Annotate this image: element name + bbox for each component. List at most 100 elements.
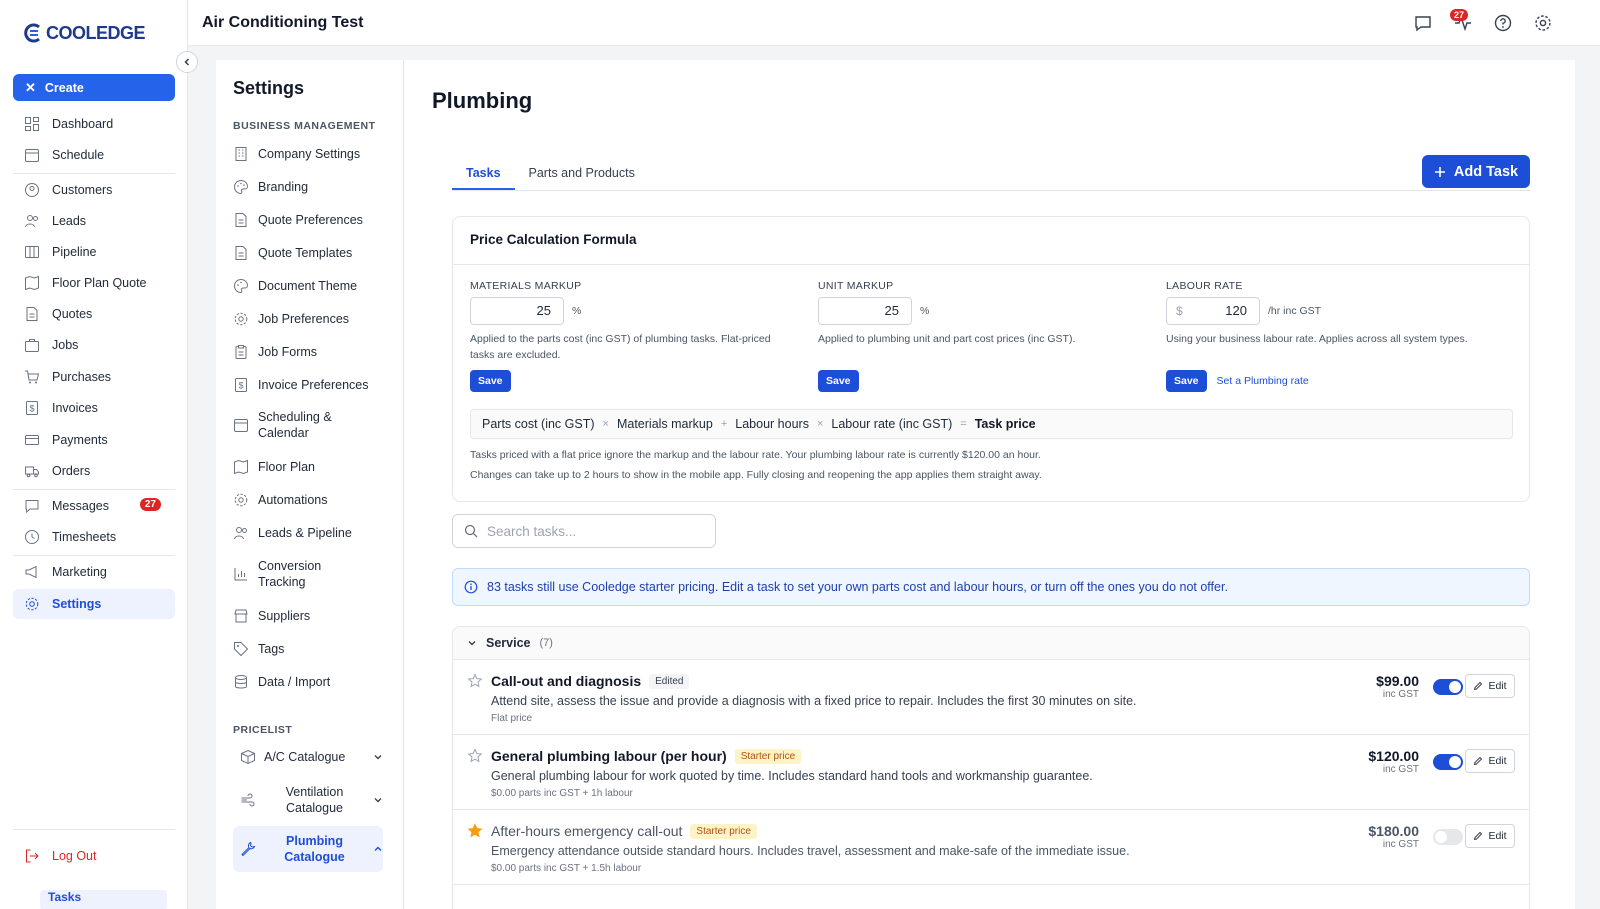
- pencil-icon: [1474, 831, 1483, 841]
- nav-customers[interactable]: Customers: [13, 175, 175, 205]
- search-placeholder: Search tasks...: [487, 523, 577, 539]
- formula-bar: Parts cost (inc GST) × Materials markup …: [470, 409, 1513, 439]
- settings-floor-plan[interactable]: Floor Plan: [233, 459, 383, 475]
- labour-rate-input[interactable]: $120: [1166, 297, 1260, 325]
- settings-quote-preferences[interactable]: Quote Preferences: [233, 212, 383, 228]
- star-outline-icon[interactable]: [467, 673, 483, 689]
- star-filled-icon[interactable]: [467, 823, 483, 839]
- task-name: After-hours emergency call-out Starter p…: [491, 823, 757, 839]
- materials-markup-help: Applied to the parts cost (inc GST) of p…: [470, 333, 771, 361]
- settings-automations[interactable]: Automations: [233, 492, 383, 508]
- logo[interactable]: COOLEDGE: [22, 22, 146, 44]
- settings-panel: Settings BUSINESS MANAGEMENT Company Set…: [216, 60, 404, 909]
- search-input[interactable]: Search tasks...: [452, 514, 716, 548]
- catalogue-plumbing[interactable]: Plumbing Catalogue: [233, 826, 383, 872]
- gear-icon: [234, 493, 248, 507]
- catalogue-sub-item-tasks[interactable]: Tasks: [40, 890, 167, 909]
- settings-leads-pipeline[interactable]: Leads & Pipeline: [233, 525, 383, 541]
- chat-icon[interactable]: [1413, 13, 1433, 33]
- invoice-icon: $: [235, 378, 247, 392]
- task-name: Call-out and diagnosis Edited: [491, 673, 690, 689]
- edit-task-button[interactable]: Edit: [1465, 749, 1515, 773]
- starter-price-tag: Starter price: [690, 823, 757, 839]
- settings-item-label: Tags: [258, 642, 285, 656]
- nav-purchases[interactable]: Purchases: [13, 362, 175, 392]
- settings-branding[interactable]: Branding: [233, 179, 383, 195]
- nav-quotes[interactable]: Quotes: [13, 299, 175, 329]
- task-enabled-toggle[interactable]: [1433, 754, 1463, 770]
- settings-suppliers[interactable]: Suppliers: [233, 608, 383, 624]
- settings-job-preferences[interactable]: Job Preferences: [233, 311, 383, 327]
- materials-markup-input[interactable]: 25: [470, 297, 564, 325]
- catalogue-ac[interactable]: A/C Catalogue: [233, 741, 383, 773]
- star-outline-icon[interactable]: [467, 748, 483, 764]
- task-enabled-toggle[interactable]: [1433, 679, 1463, 695]
- settings-document-theme[interactable]: Document Theme: [233, 278, 383, 294]
- nav-label: Dashboard: [52, 117, 114, 131]
- plus-icon: [1434, 166, 1445, 177]
- settings-conversion-tracking[interactable]: Conversion Tracking: [233, 558, 383, 590]
- settings-company-settings[interactable]: Company Settings: [233, 146, 383, 162]
- gear-icon: [25, 597, 39, 611]
- gear-icon[interactable]: [1533, 13, 1553, 33]
- help-icon[interactable]: [1493, 13, 1513, 33]
- nav-messages[interactable]: Messages 27: [13, 491, 175, 521]
- materials-markup-group: MATERIALS MARKUP 25 % Applied to the par…: [470, 280, 800, 363]
- settings-scheduling-calendar[interactable]: Scheduling & Calendar: [233, 409, 383, 441]
- nav-pipeline[interactable]: Pipeline: [13, 237, 175, 267]
- add-task-label: Add Task: [1453, 163, 1519, 180]
- palette-icon: [234, 278, 249, 294]
- set-plumbing-rate-link[interactable]: Set a Plumbing rate: [1217, 375, 1309, 387]
- group-header-service[interactable]: Service (7): [453, 627, 1529, 660]
- unit-save-button[interactable]: Save: [818, 370, 859, 392]
- nav-marketing[interactable]: Marketing: [13, 557, 175, 587]
- materials-save-button[interactable]: Save: [470, 370, 511, 392]
- nav-jobs[interactable]: Jobs: [13, 330, 175, 360]
- document-icon: [235, 213, 247, 227]
- pencil-icon: [1474, 756, 1483, 766]
- settings-quote-templates[interactable]: Quote Templates: [233, 245, 383, 261]
- add-task-button[interactable]: Add Task: [1422, 155, 1530, 188]
- nav-schedule[interactable]: Schedule: [13, 140, 175, 170]
- nav-payments[interactable]: Payments: [13, 425, 175, 455]
- task-enabled-toggle[interactable]: [1433, 829, 1463, 845]
- top-bar: Air Conditioning Test: [188, 0, 1600, 46]
- chevron-left-icon: [184, 58, 190, 66]
- formula-term: Materials markup: [616, 417, 713, 431]
- settings-item-label: Conversion Tracking: [258, 559, 322, 589]
- edit-task-button[interactable]: Edit: [1465, 674, 1515, 698]
- settings-data-import[interactable]: Data / Import: [233, 674, 383, 690]
- task-description: Emergency attendance outside standard ho…: [491, 844, 1130, 858]
- tab-tasks[interactable]: Tasks: [452, 162, 515, 190]
- nav-invoices[interactable]: $ Invoices: [13, 393, 175, 423]
- nav-timesheets[interactable]: Timesheets: [13, 522, 175, 552]
- main-content: Plumbing Tasks Parts and Products Add Ta…: [404, 60, 1575, 909]
- unit-markup-group: UNIT MARKUP 25 % Applied to plumbing uni…: [818, 280, 1148, 347]
- create-button[interactable]: ✕ Create: [13, 74, 175, 101]
- svg-text:$: $: [29, 404, 34, 414]
- messages-count-badge: 27: [1450, 9, 1469, 21]
- starter-price-tag: Starter price: [734, 748, 802, 764]
- nav-settings[interactable]: Settings: [13, 589, 175, 619]
- nav-dashboard[interactable]: Dashboard: [13, 109, 175, 139]
- nav-leads[interactable]: Leads: [13, 206, 175, 236]
- unit-markup-input[interactable]: 25: [818, 297, 912, 325]
- dashboard-icon: [25, 117, 39, 131]
- settings-tags[interactable]: Tags: [233, 641, 383, 657]
- section-pricelist: PRICELIST: [233, 724, 293, 736]
- nav-floor-plan-quote[interactable]: Floor Plan Quote: [13, 268, 175, 298]
- catalogue-ventilation[interactable]: Ventilation Catalogue: [233, 782, 383, 818]
- task-price: $99.00 inc GST: [1376, 673, 1419, 700]
- chevron-down-icon: [374, 798, 382, 803]
- credit-card-icon: [25, 435, 39, 445]
- cart-icon: [25, 370, 40, 384]
- edit-task-button[interactable]: Edit: [1465, 824, 1515, 848]
- nav-orders[interactable]: Orders: [13, 456, 175, 486]
- labour-save-button[interactable]: Save: [1166, 370, 1207, 392]
- tab-parts-and-products[interactable]: Parts and Products: [515, 162, 649, 190]
- logout-button[interactable]: Log Out: [13, 841, 175, 871]
- collapse-sidebar-button[interactable]: [176, 51, 198, 73]
- settings-invoice-preferences[interactable]: $ Invoice Preferences: [233, 377, 383, 393]
- settings-job-forms[interactable]: Job Forms: [233, 344, 383, 360]
- svg-text:$: $: [238, 381, 243, 391]
